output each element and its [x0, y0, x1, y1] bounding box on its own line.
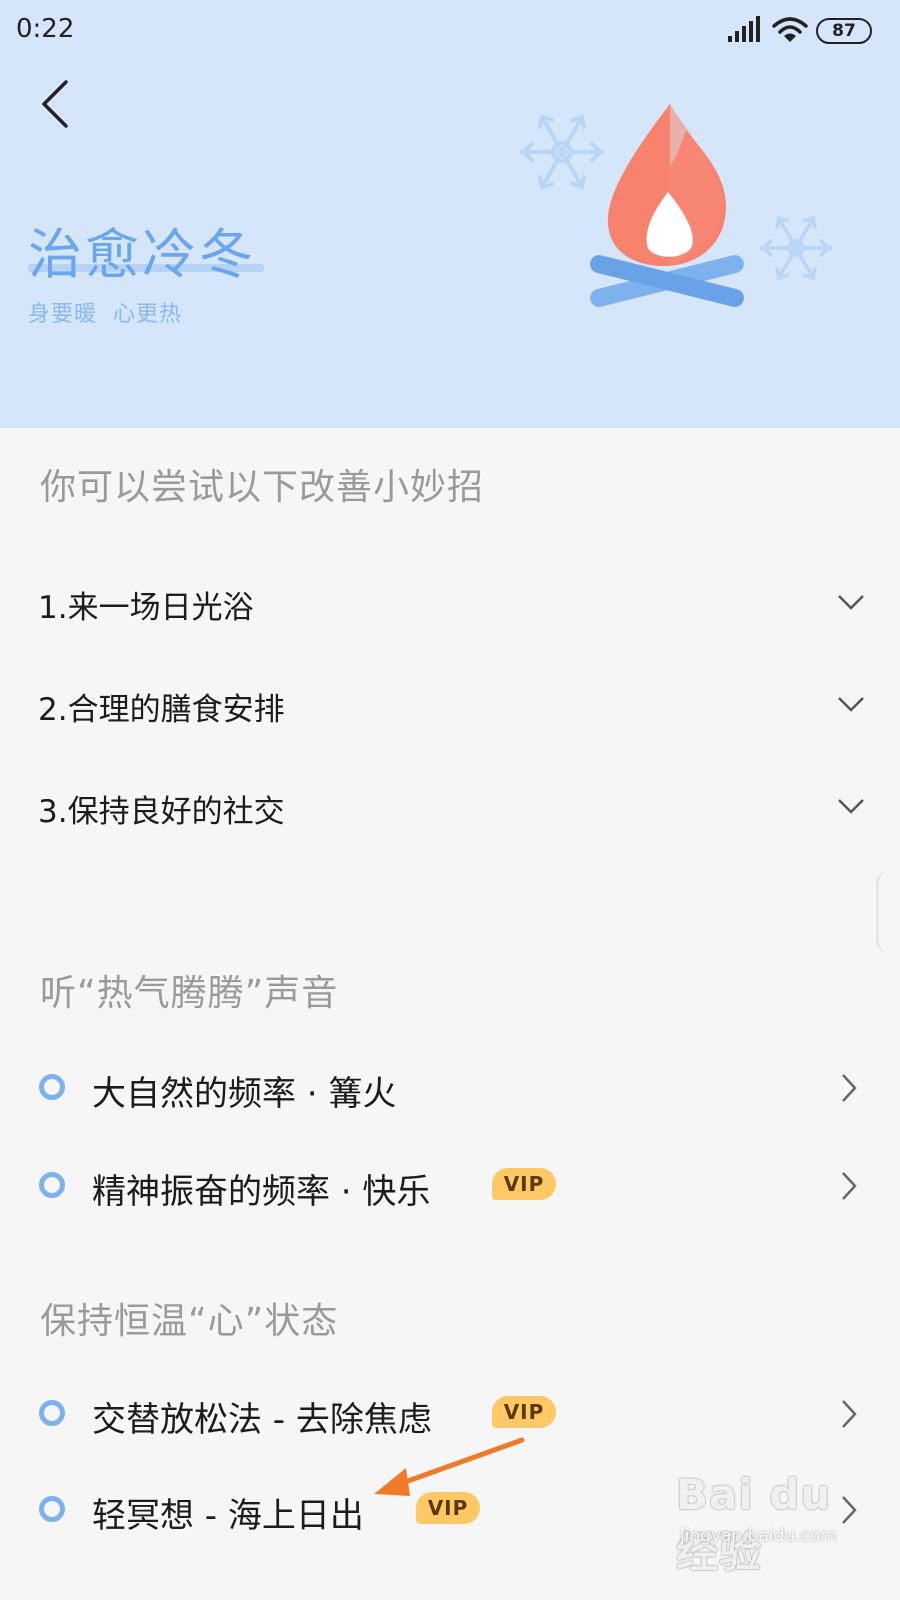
sounds-section-title: 听“热气腾腾”声音	[40, 973, 339, 1014]
audio-label: 精神振奋的频率 · 快乐	[92, 1172, 431, 1212]
mind-section-title: 保持恒温“心”状态	[40, 1301, 339, 1342]
scroll-edge-indicator	[876, 870, 890, 954]
tip-item-social[interactable]: 3.保持良好的社交	[0, 766, 900, 846]
signal-icon	[728, 16, 760, 42]
chevron-right-icon	[842, 1172, 857, 1200]
chevron-down-icon	[838, 697, 864, 712]
chevron-right-icon	[842, 1074, 857, 1102]
wifi-icon	[772, 17, 808, 42]
audio-label: 轻冥想 - 海上日出	[92, 1496, 364, 1536]
status-icons: 87	[726, 16, 886, 46]
chevron-right-icon	[842, 1400, 857, 1428]
vip-badge: VIP	[492, 1168, 556, 1200]
tips-section-title: 你可以尝试以下改善小妙招	[40, 467, 485, 508]
tip-item-diet[interactable]: 2.合理的膳食安排	[0, 664, 900, 744]
audio-item-campfire[interactable]: 大自然的频率 · 篝火	[0, 1048, 900, 1128]
watermark-url: jingyan.baidu.com	[680, 1526, 837, 1546]
watermark: Bai du 经验 jingyan.baidu.com	[676, 1470, 846, 1577]
battery-icon: 87	[816, 18, 872, 44]
tip-label: 2.合理的膳食安排	[38, 692, 285, 728]
chevron-left-icon	[42, 80, 68, 128]
page-subtitle: 身要暖 心更热	[28, 302, 182, 327]
status-time: 0:22	[16, 14, 75, 44]
audio-label: 大自然的频率 · 篝火	[92, 1074, 397, 1114]
circle-bullet-icon	[39, 1496, 65, 1522]
chevron-down-icon	[838, 595, 864, 610]
tip-label: 1.来一场日光浴	[38, 590, 254, 626]
back-button[interactable]	[32, 76, 80, 132]
circle-bullet-icon	[39, 1172, 65, 1198]
watermark-logo: Bai du 经验	[676, 1470, 832, 1577]
snowflake-icon	[520, 114, 604, 190]
chevron-down-icon	[838, 799, 864, 814]
page-title: 治愈冷冬	[28, 223, 256, 286]
campfire-icon	[590, 104, 744, 307]
audio-item-happy[interactable]: 精神振奋的频率 · 快乐 VIP	[0, 1146, 900, 1226]
header-banner: 0:22 87 治愈冷冬 身要暖 心更热	[0, 0, 900, 428]
annotation-arrow-icon	[374, 1437, 525, 1496]
tip-item-sunbath[interactable]: 1.来一场日光浴	[0, 562, 900, 642]
circle-bullet-icon	[39, 1074, 65, 1100]
snowflake-icon	[760, 215, 832, 281]
vip-badge: VIP	[492, 1396, 556, 1428]
campfire-illustration	[520, 104, 832, 307]
tip-label: 3.保持良好的社交	[38, 794, 285, 830]
circle-bullet-icon	[39, 1400, 65, 1426]
